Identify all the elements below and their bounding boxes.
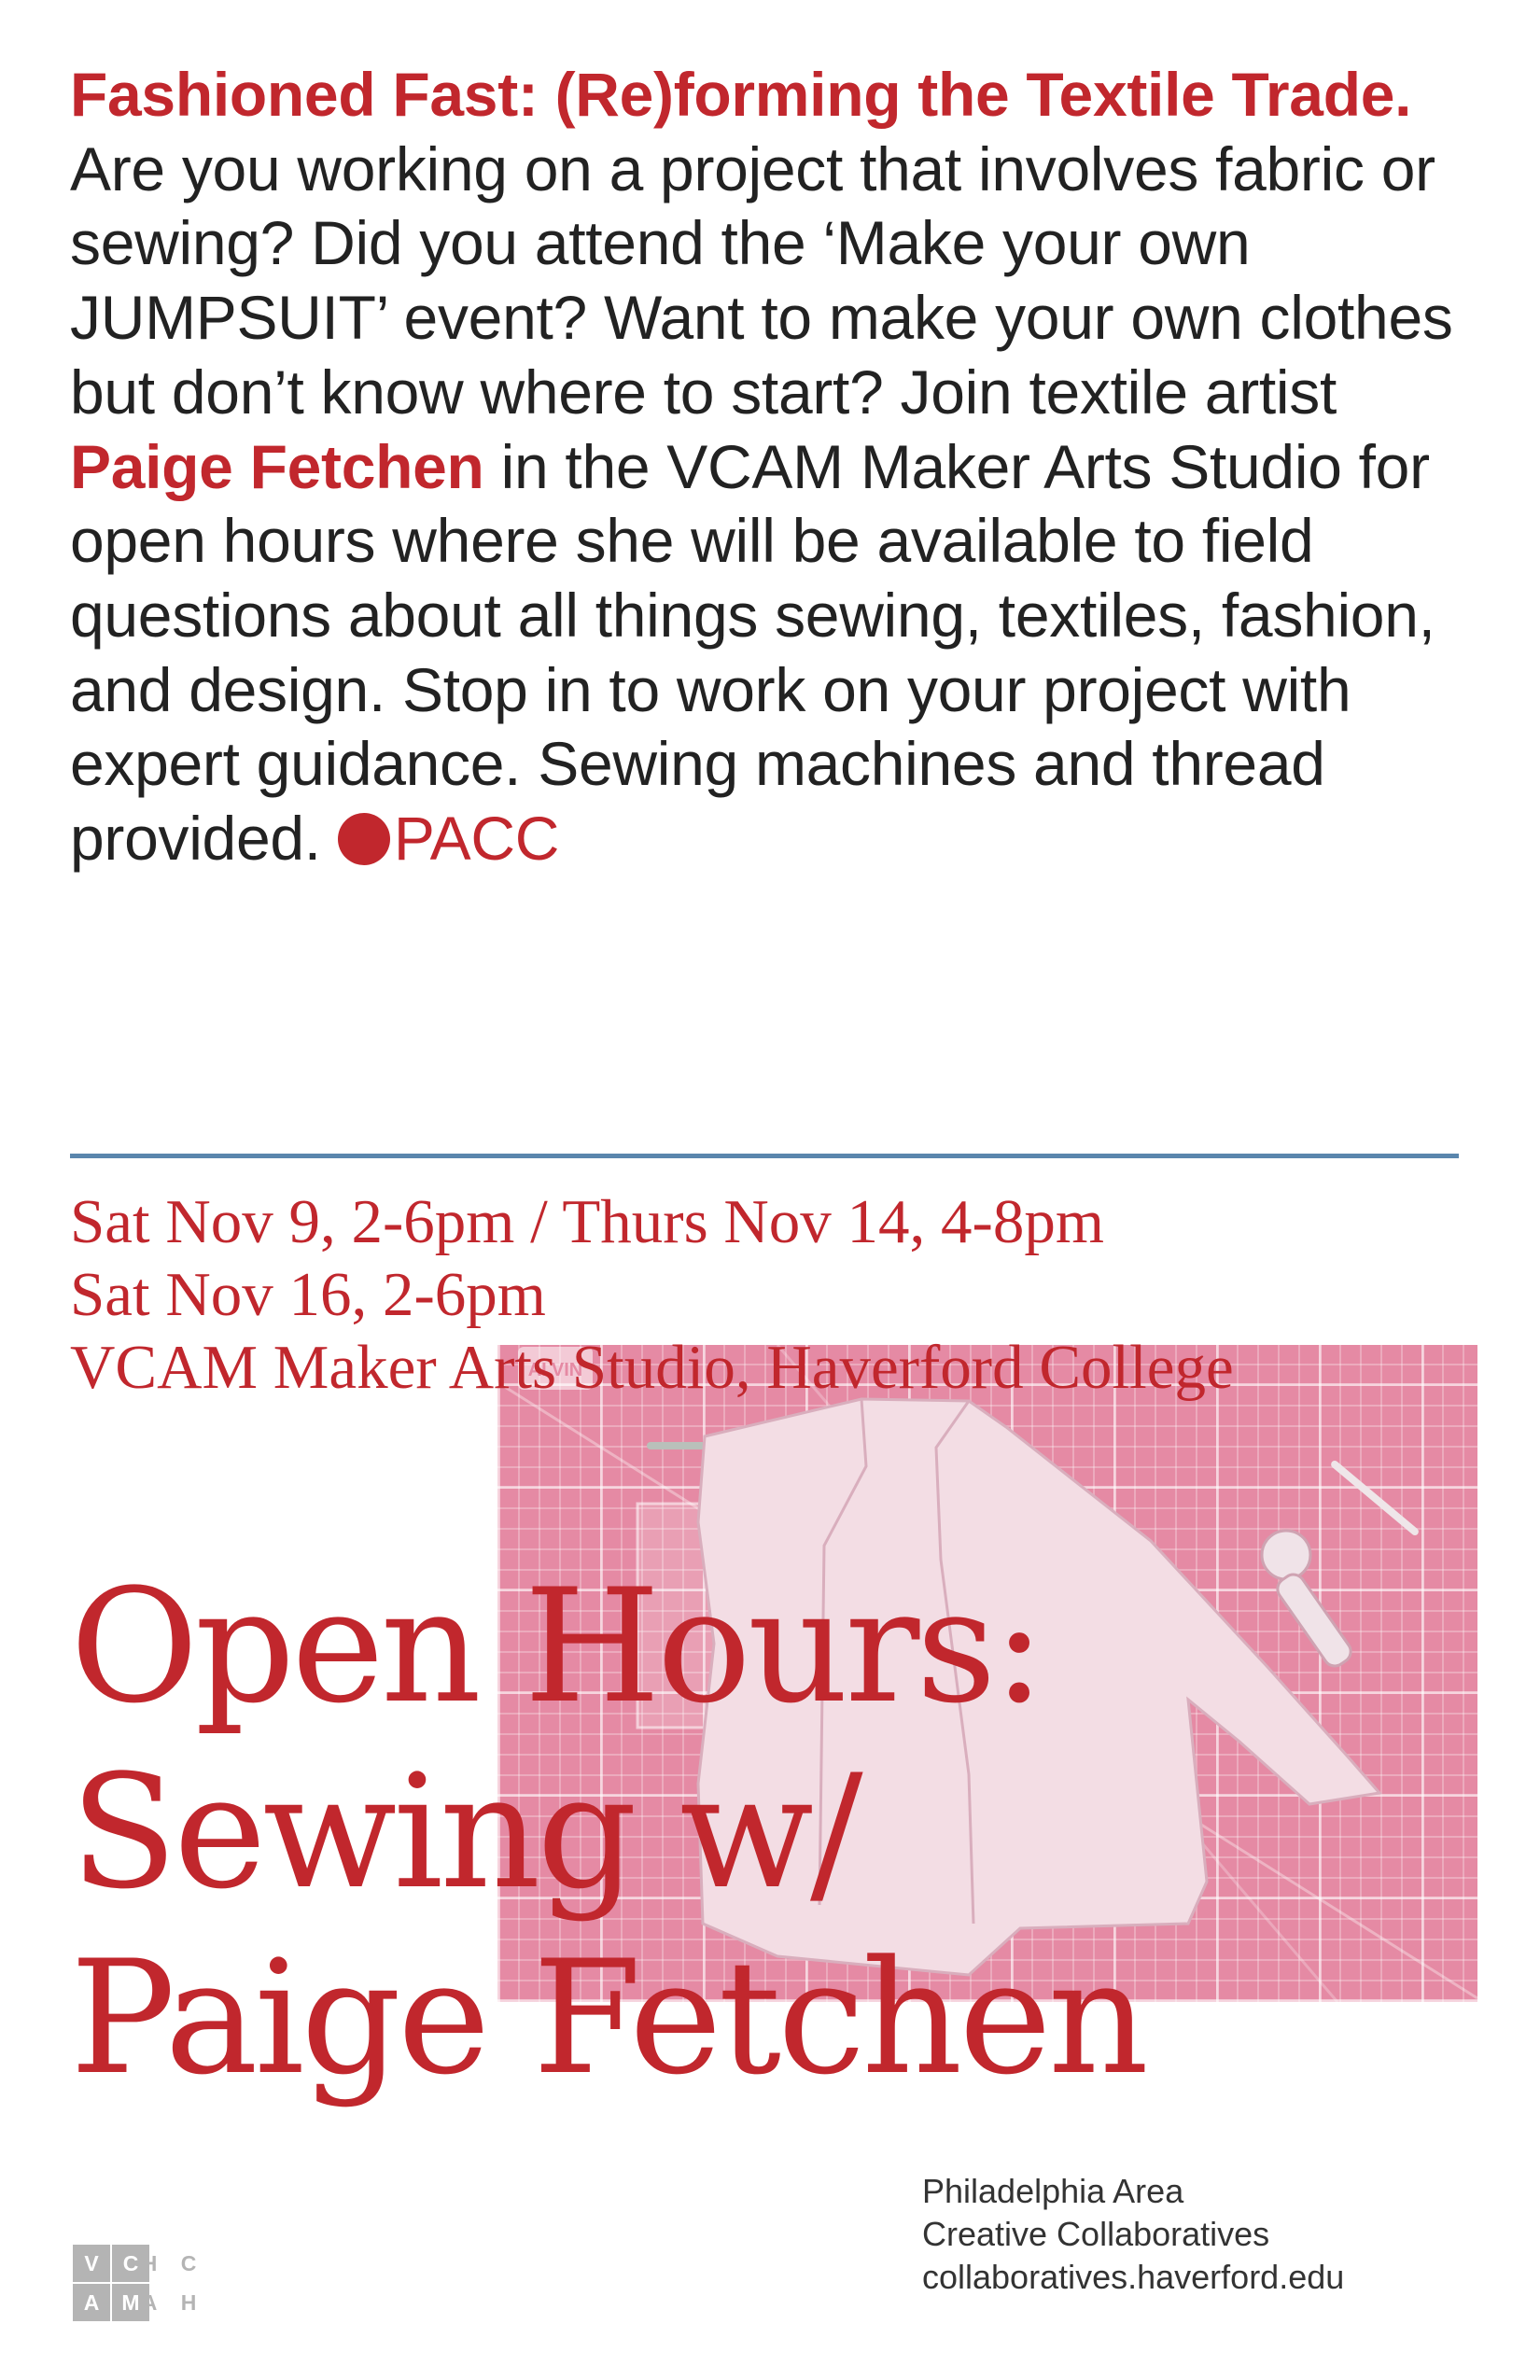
hcah-letter: H <box>141 2250 158 2275</box>
poster-title: Open Hours: Sewing w/ Paige Fetchen <box>70 1554 1517 2111</box>
credits-line-1: Philadelphia Area <box>922 2172 1184 2210</box>
intro-text-part-1: Are you working on a project that involv… <box>70 133 1453 427</box>
schedule-line-1: Sat Nov 9, 2-6pm / Thurs Nov 14, 4-8pm <box>70 1187 1104 1256</box>
vcam-letter: A <box>73 2284 110 2321</box>
credits-url: collaboratives.haverford.edu <box>922 2258 1345 2296</box>
organizer-credits: Philadelphia Area Creative Collaborative… <box>922 2170 1344 2299</box>
credits-line-2: Creative Collaboratives <box>922 2215 1270 2253</box>
vcam-letter: V <box>73 2245 110 2282</box>
divider-rule <box>70 1154 1459 1158</box>
artist-name: Paige Fetchen <box>70 431 484 501</box>
schedule-line-2: Sat Nov 16, 2-6pm <box>70 1260 546 1329</box>
pacc-label: PACC <box>393 804 560 874</box>
schedule-location: VCAM Maker Arts Studio, Haverford Colleg… <box>70 1333 1234 1402</box>
schedule: Sat Nov 9, 2-6pm / Thurs Nov 14, 4-8pm S… <box>70 1185 1489 1404</box>
title-line-3: Paige Fetchen <box>70 1926 1149 2109</box>
pacc-dot-icon <box>337 813 390 866</box>
title-line-1: Open Hours: <box>70 1555 1045 1738</box>
hcah-letter: A <box>141 2289 158 2315</box>
hcah-letter: H <box>180 2289 197 2315</box>
stylus-icon <box>1331 1461 1419 1535</box>
event-series-heading: Fashioned Fast: (Re)forming the Textile … <box>70 60 1412 129</box>
intro-paragraph: Fashioned Fast: (Re)forming the Textile … <box>70 58 1470 876</box>
hcah-logo: H C A H <box>131 2245 207 2321</box>
title-line-2: Sewing w/ <box>70 1741 863 1924</box>
hcah-letter: C <box>180 2250 197 2275</box>
